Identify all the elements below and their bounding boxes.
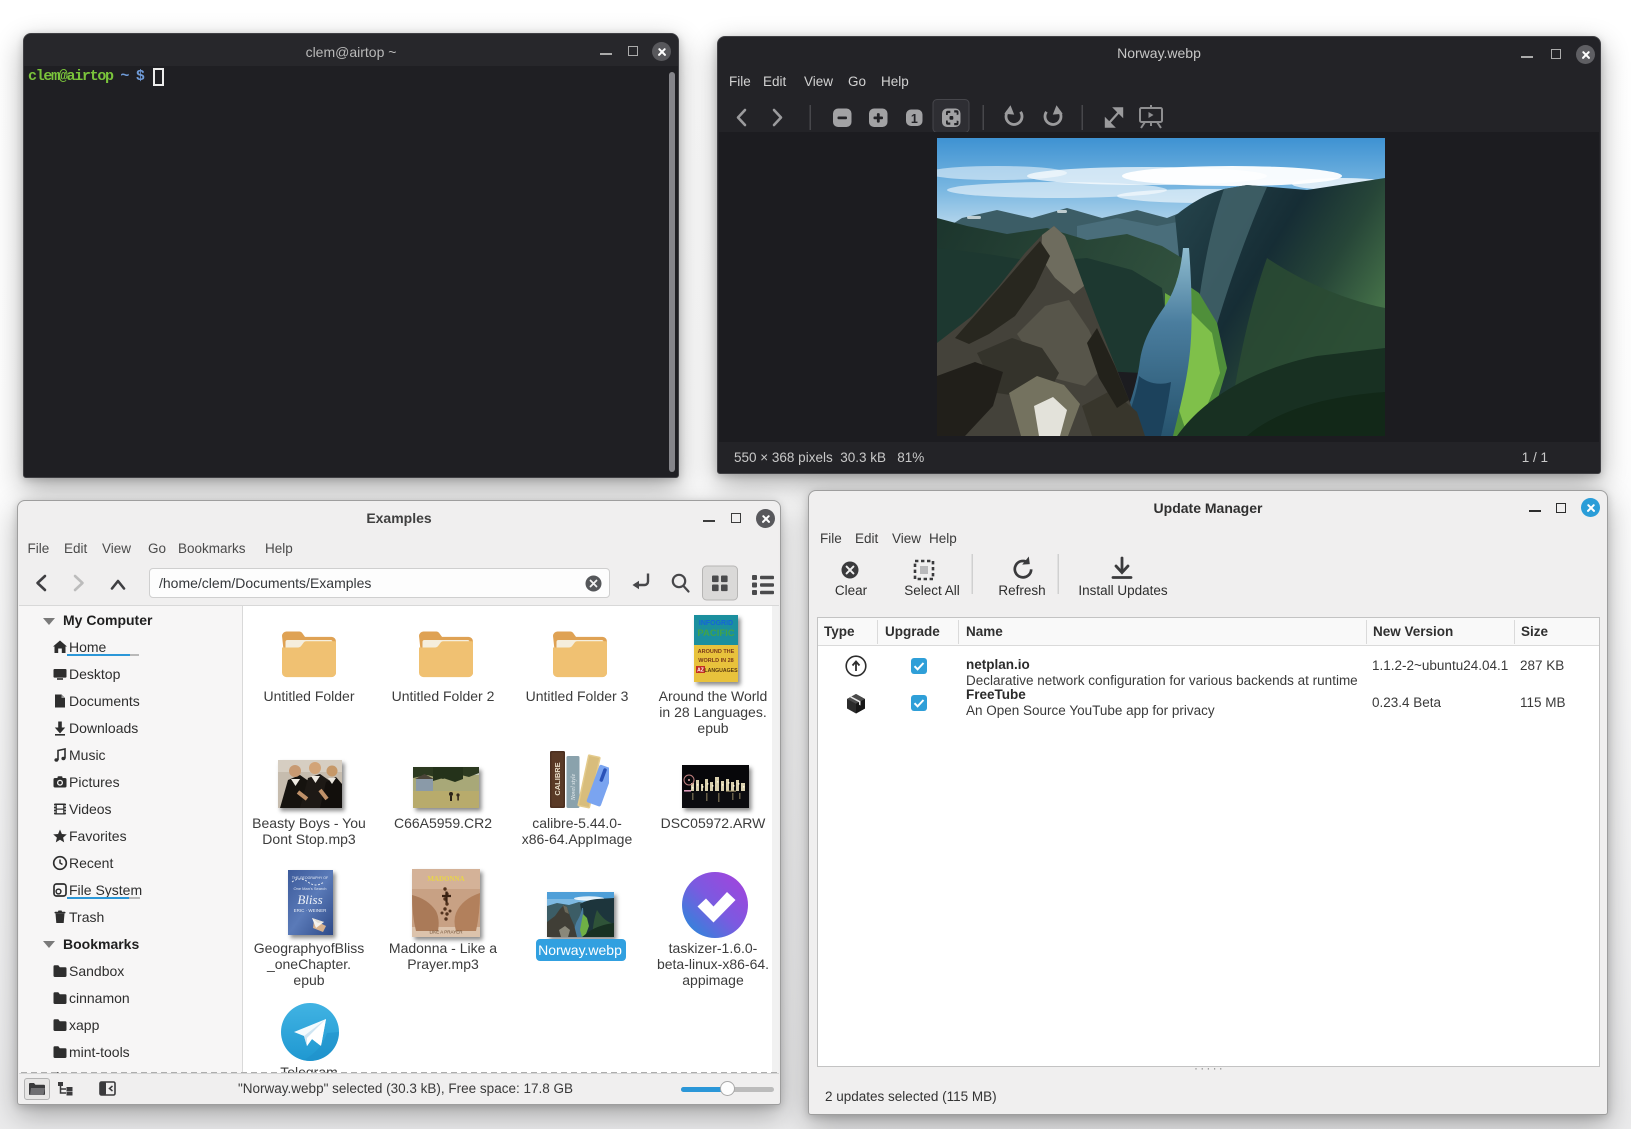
svg-text:One Man's Search: One Man's Search: [293, 886, 326, 891]
svg-text:1: 1: [911, 112, 918, 126]
svg-text:CALIBRE: CALIBRE: [553, 762, 562, 795]
svg-text:WORLD IN 28: WORLD IN 28: [698, 658, 733, 664]
svg-text:Bliss: Bliss: [297, 892, 322, 907]
svg-text:Novel style: Novel style: [571, 773, 577, 801]
svg-text:INFOGRID: INFOGRID: [698, 620, 732, 627]
svg-text:MADONNA: MADONNA: [427, 875, 464, 883]
svg-text:LIKE A PRAYER: LIKE A PRAYER: [429, 929, 463, 934]
svg-text:ERIC · WEINER: ERIC · WEINER: [293, 908, 327, 913]
svg-text:AZ: AZ: [697, 668, 704, 674]
svg-text:LANGUAGES: LANGUAGES: [704, 668, 738, 674]
svg-text:AROUND THE: AROUND THE: [697, 649, 734, 655]
svg-text:THE GEOGRAPHY OF: THE GEOGRAPHY OF: [291, 876, 327, 880]
svg-text:PACIFIC: PACIFIC: [697, 628, 734, 639]
